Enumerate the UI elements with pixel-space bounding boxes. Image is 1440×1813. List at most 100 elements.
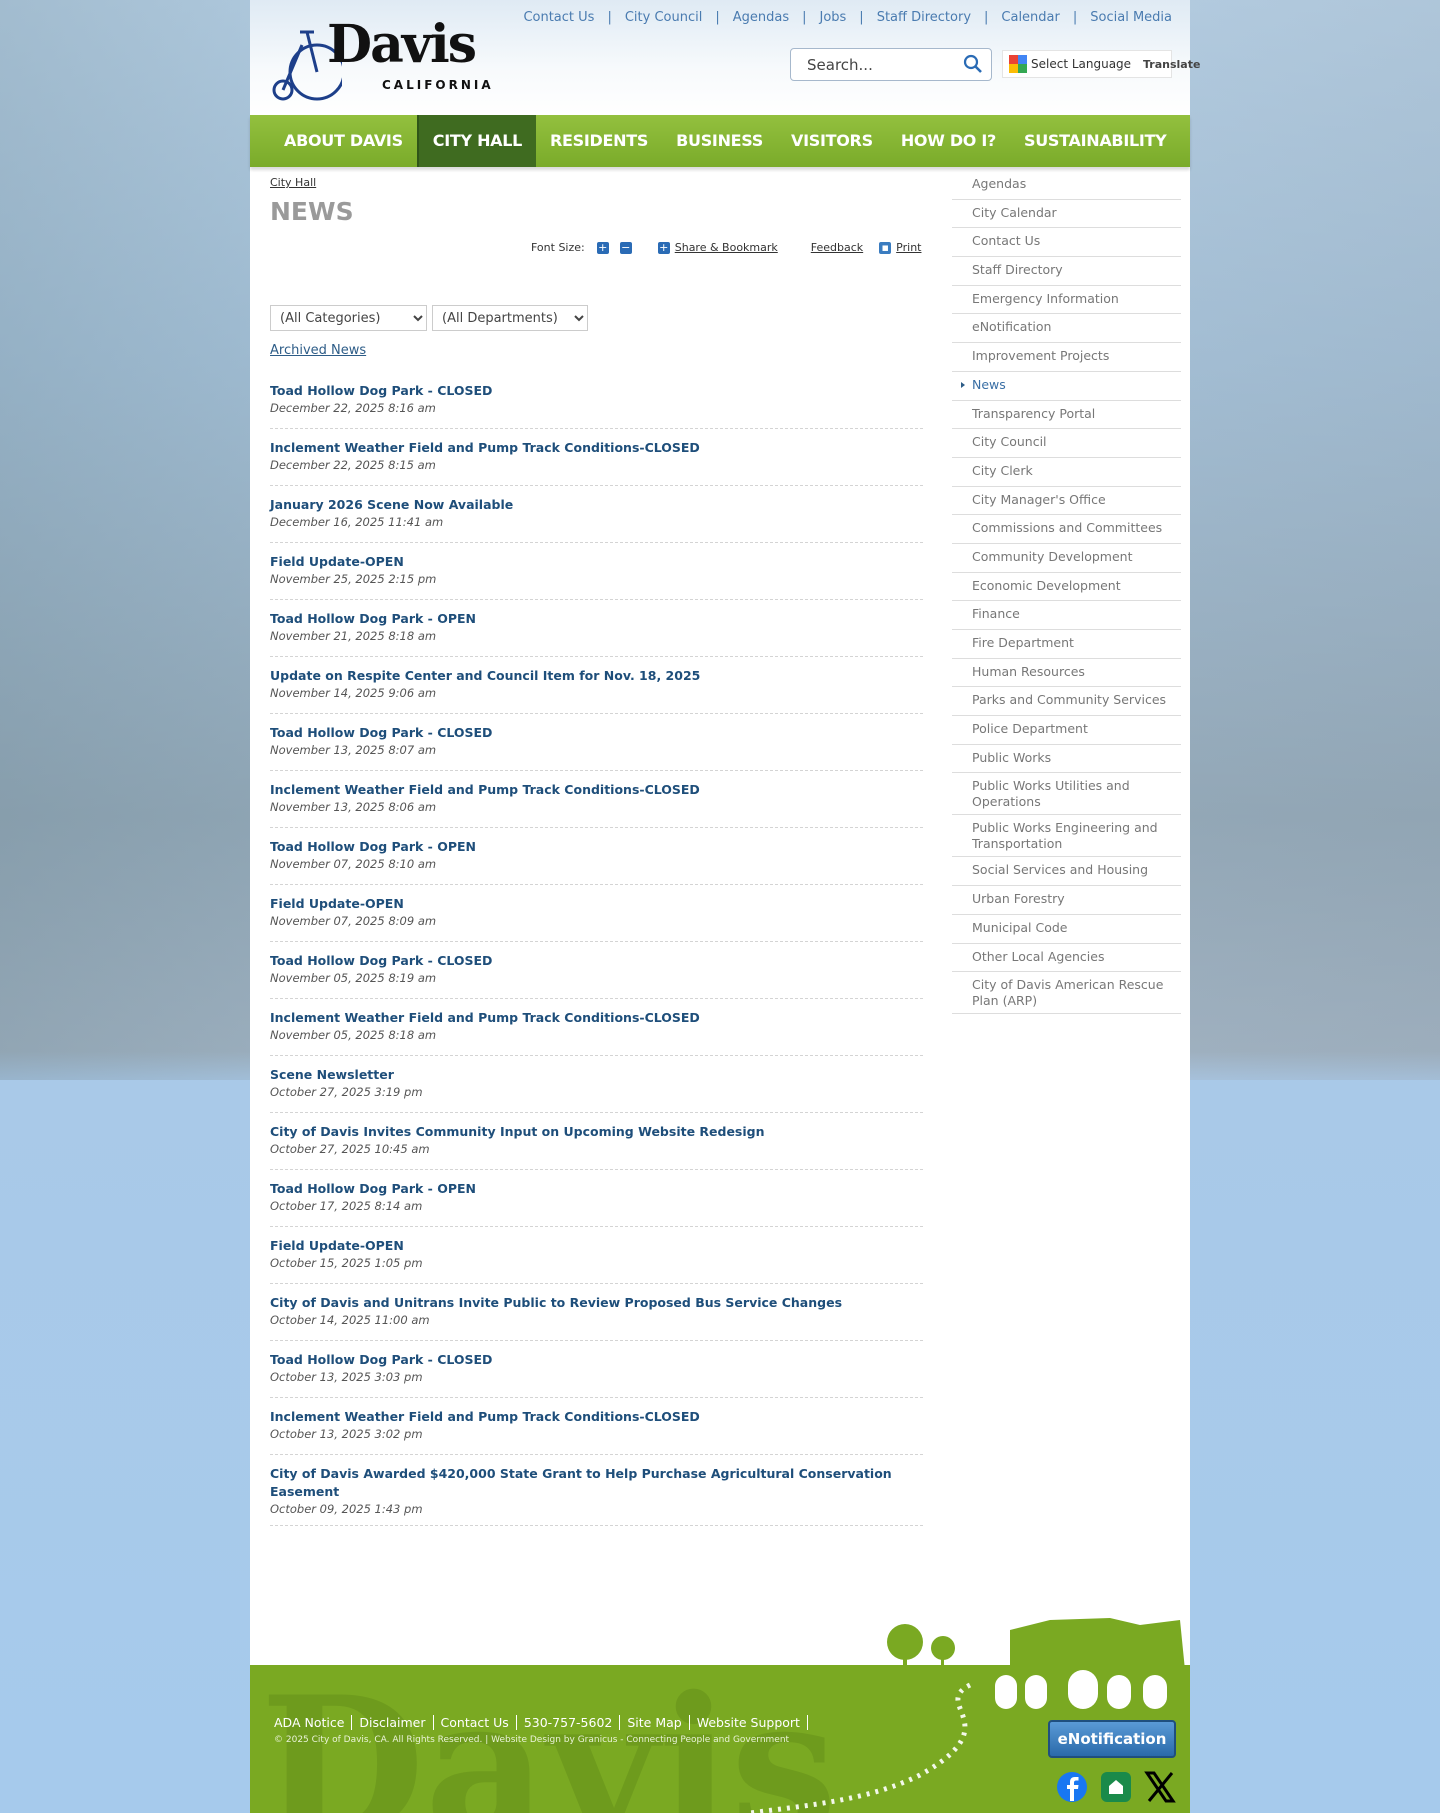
news-title-link[interactable]: Scene Newsletter <box>270 1066 923 1084</box>
sidebar-item[interactable]: Public Works <box>952 745 1181 774</box>
news-title-link[interactable]: Toad Hollow Dog Park - OPEN <box>270 610 923 628</box>
archived-news-link[interactable]: Archived News <box>270 343 366 358</box>
sidebar-item[interactable]: Agendas <box>952 171 1181 200</box>
enotification-button[interactable]: eNotification <box>1048 1720 1176 1758</box>
top-link[interactable]: Staff Directory <box>877 10 971 25</box>
sidebar-item[interactable]: Municipal Code <box>952 915 1181 944</box>
department-select[interactable]: (All Departments) <box>432 305 588 331</box>
footer-link[interactable]: Site Map <box>620 1715 690 1730</box>
sidebar-item[interactable]: City Council <box>952 429 1181 458</box>
breadcrumb[interactable]: City Hall <box>270 176 316 189</box>
news-title-link[interactable]: Inclement Weather Field and Pump Track C… <box>270 1408 923 1426</box>
news-date: October 15, 2025 1:05 pm <box>270 1256 423 1270</box>
x-icon[interactable] <box>1144 1771 1176 1803</box>
print-icon[interactable]: ▪ <box>879 241 892 254</box>
nav-item[interactable]: RESIDENTS <box>536 115 662 167</box>
sidebar-item[interactable]: Commissions and Committees <box>952 515 1181 544</box>
news-title-link[interactable]: City of Davis Invites Community Input on… <box>270 1123 923 1141</box>
footer-link[interactable]: Website Support <box>690 1715 808 1730</box>
nav-item[interactable]: ABOUT DAVIS <box>270 115 417 167</box>
news-date: November 25, 2025 2:15 pm <box>270 572 437 586</box>
nav-item[interactable]: BUSINESS <box>662 115 777 167</box>
davis-logo[interactable]: Davis CALIFORNIA <box>272 14 491 102</box>
sidebar-item[interactable]: City Calendar <box>952 200 1181 229</box>
news-title-link[interactable]: Inclement Weather Field and Pump Track C… <box>270 1009 923 1027</box>
news-title-link[interactable]: Toad Hollow Dog Park - CLOSED <box>270 724 923 742</box>
search-input[interactable]: Search... <box>790 48 992 81</box>
sidebar-item[interactable]: Human Resources <box>952 659 1181 688</box>
sidebar-item[interactable]: Emergency Information <box>952 286 1181 315</box>
sidebar-item[interactable]: Economic Development <box>952 573 1181 602</box>
sidebar-item[interactable]: Urban Forestry <box>952 886 1181 915</box>
top-link[interactable]: City Council <box>625 10 703 25</box>
google-translate-icon <box>1009 55 1027 73</box>
sidebar-item[interactable]: Parks and Community Services <box>952 687 1181 717</box>
facebook-icon[interactable] <box>1056 1771 1088 1803</box>
separator: | <box>607 10 612 25</box>
news-date: October 17, 2025 8:14 am <box>270 1199 423 1213</box>
sidebar-item[interactable]: News <box>952 372 1181 401</box>
news-item: Toad Hollow Dog Park - OPEN November 07, … <box>270 837 923 885</box>
news-title-link[interactable]: City of Davis Awarded $420,000 State Gra… <box>270 1465 923 1501</box>
share-icon[interactable]: + <box>657 241 670 254</box>
news-title-link[interactable]: Toad Hollow Dog Park - CLOSED <box>270 952 923 970</box>
news-title-link[interactable]: Toad Hollow Dog Park - OPEN <box>270 838 923 856</box>
news-title-link[interactable]: City of Davis and Unitrans Invite Public… <box>270 1294 923 1312</box>
news-title-link[interactable]: Field Update-OPEN <box>270 553 923 571</box>
news-title-link[interactable]: Field Update-OPEN <box>270 1237 923 1255</box>
footer-link[interactable]: 530-757-5602 <box>517 1715 621 1730</box>
select-language-label: Select Language <box>1031 57 1132 71</box>
sidebar-item[interactable]: Contact Us <box>952 228 1181 258</box>
sidebar-item[interactable]: Finance <box>952 601 1181 630</box>
sidebar-item[interactable]: Staff Directory <box>952 257 1181 286</box>
translate-label[interactable]: Translate <box>1143 58 1200 71</box>
news-item: Field Update-OPEN October 15, 2025 1:05 p… <box>270 1236 923 1284</box>
sidebar-item[interactable]: City Clerk <box>952 458 1181 487</box>
footer-link[interactable]: ADA Notice <box>262 1715 353 1730</box>
nav-item[interactable]: SUSTAINABILITY <box>1010 115 1180 167</box>
nextdoor-icon[interactable] <box>1100 1771 1132 1803</box>
sidebar-item[interactable]: City Manager's Office <box>952 487 1181 516</box>
top-link[interactable]: Jobs <box>819 10 846 25</box>
news-list: Toad Hollow Dog Park - CLOSED December 22… <box>270 381 923 1535</box>
news-title-link[interactable]: January 2026 Scene Now Available <box>270 496 923 514</box>
news-title-link[interactable]: Update on Respite Center and Council Ite… <box>270 667 923 685</box>
top-link[interactable]: Contact Us <box>523 10 594 25</box>
sidebar-item[interactable]: eNotification <box>952 314 1181 344</box>
sidebar-item[interactable]: City of Davis American Rescue Plan (ARP) <box>952 972 1181 1015</box>
sidebar-item[interactable]: Other Local Agencies <box>952 944 1181 973</box>
share-bookmark-link[interactable]: Share & Bookmark <box>675 241 778 254</box>
news-title-link[interactable]: Inclement Weather Field and Pump Track C… <box>270 439 923 457</box>
top-link[interactable]: Agendas <box>733 10 789 25</box>
top-link[interactable]: Social Media <box>1090 10 1172 25</box>
news-item: Field Update-OPEN November 07, 2025 8:09 … <box>270 894 923 942</box>
nav-item[interactable]: VISITORS <box>777 115 887 167</box>
search-icon[interactable] <box>963 54 983 74</box>
news-date: October 13, 2025 3:03 pm <box>270 1370 423 1384</box>
footer-link[interactable]: Disclaimer <box>352 1715 434 1730</box>
feedback-link[interactable]: Feedback <box>811 241 863 254</box>
news-title-link[interactable]: Inclement Weather Field and Pump Track C… <box>270 781 923 799</box>
news-title-link[interactable]: Toad Hollow Dog Park - CLOSED <box>270 382 923 400</box>
sidebar-item[interactable]: Public Works Engineering and Transportat… <box>952 815 1181 858</box>
footer-link[interactable]: Contact Us <box>434 1715 517 1730</box>
nav-item[interactable]: HOW DO I? <box>887 115 1010 167</box>
sidebar-item[interactable]: Police Department <box>952 716 1181 745</box>
search-placeholder: Search... <box>807 55 873 74</box>
news-title-link[interactable]: Toad Hollow Dog Park - CLOSED <box>270 1351 923 1369</box>
news-title-link[interactable]: Toad Hollow Dog Park - OPEN <box>270 1180 923 1198</box>
sidebar-item[interactable]: Fire Department <box>952 630 1181 659</box>
category-select[interactable]: (All Categories) <box>270 305 427 331</box>
sidebar-item[interactable]: Improvement Projects <box>952 343 1181 372</box>
top-link[interactable]: Calendar <box>1001 10 1059 25</box>
nav-item[interactable]: CITY HALL <box>416 115 537 167</box>
sidebar-item[interactable]: Transparency Portal <box>952 401 1181 430</box>
sidebar-item[interactable]: Social Services and Housing <box>952 857 1181 887</box>
font-decrease-icon[interactable]: − <box>619 241 632 254</box>
font-increase-icon[interactable]: + <box>596 241 609 254</box>
sidebar-item[interactable]: Public Works Utilities and Operations <box>952 773 1181 816</box>
sidebar-item[interactable]: Community Development <box>952 544 1181 573</box>
print-link[interactable]: Print <box>896 241 921 254</box>
news-date: November 07, 2025 8:09 am <box>270 914 437 928</box>
news-title-link[interactable]: Field Update-OPEN <box>270 895 923 913</box>
